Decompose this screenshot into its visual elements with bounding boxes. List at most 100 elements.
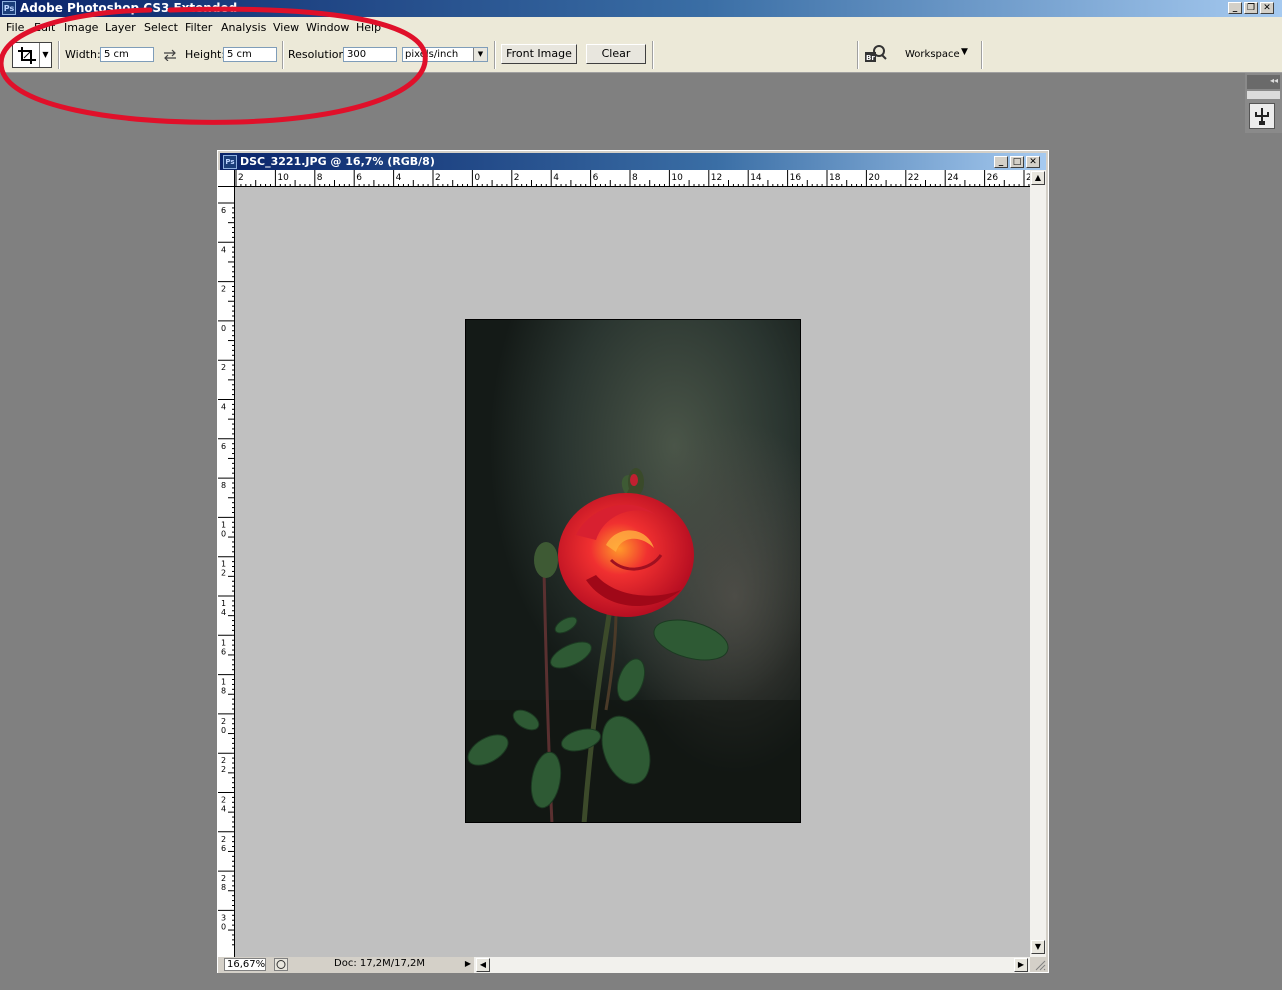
- hruler-label: 2: [435, 173, 441, 183]
- front-image-button[interactable]: Front Image: [501, 44, 577, 64]
- separator: [981, 41, 983, 69]
- tool-presets-panel-button[interactable]: [1249, 103, 1275, 129]
- hruler-label: 4: [396, 173, 402, 183]
- vruler-label: 8: [221, 883, 226, 892]
- photoshop-logo-icon: Ps: [2, 1, 16, 15]
- separator: [58, 41, 60, 69]
- menu-layer[interactable]: Layer: [105, 21, 136, 34]
- height-label: Height:: [185, 48, 226, 61]
- hruler-label: 24: [947, 173, 959, 183]
- document-ps-icon: Ps: [223, 155, 237, 169]
- width-label: Width:: [65, 48, 101, 61]
- vruler-label: 2: [221, 874, 226, 883]
- clear-button[interactable]: Clear: [586, 44, 646, 64]
- close-button[interactable]: ✕: [1260, 2, 1274, 14]
- vruler-label: 1: [221, 520, 226, 529]
- horizontal-ruler[interactable]: 21086420246810121416182022242628: [218, 170, 1038, 187]
- vruler-label: 1: [221, 638, 226, 647]
- menu-select[interactable]: Select: [144, 21, 178, 34]
- panel-divider: [1247, 91, 1280, 99]
- resolution-label: Resolution:: [288, 48, 350, 61]
- hruler-label: 6: [593, 173, 599, 183]
- chevron-down-icon[interactable]: ▼: [39, 43, 51, 67]
- hruler-label: 18: [829, 173, 841, 183]
- menu-window[interactable]: Window: [306, 21, 349, 34]
- vruler-label: 4: [221, 403, 226, 412]
- resolution-input[interactable]: 300: [343, 47, 397, 62]
- crop-icon: [18, 47, 36, 64]
- app-title: Adobe Photoshop CS3 Extended: [20, 1, 238, 15]
- hruler-label: 12: [711, 173, 722, 183]
- scroll-left-button[interactable]: ◀: [476, 958, 490, 972]
- ruler-origin[interactable]: [218, 170, 235, 187]
- document-title-bar[interactable]: Ps DSC_3221.JPG @ 16,7% (RGB/8) _ □ ✕: [220, 153, 1046, 171]
- menu-filter[interactable]: Filter: [185, 21, 212, 34]
- hruler-label: 10: [277, 173, 289, 183]
- hruler-label: 6: [356, 173, 362, 183]
- hruler-label: 0: [474, 173, 480, 183]
- app-title-bar: Ps Adobe Photoshop CS3 Extended _ ❐ ✕: [0, 0, 1282, 17]
- vruler-label: 6: [221, 844, 226, 853]
- rose-photo[interactable]: [465, 319, 801, 823]
- menu-file[interactable]: File: [6, 21, 24, 34]
- hruler-label: 2: [514, 173, 520, 183]
- vruler-label: 0: [221, 922, 226, 931]
- status-info-button[interactable]: [274, 958, 288, 971]
- hruler-label: 4: [553, 173, 559, 183]
- vruler-label: 4: [221, 805, 226, 814]
- collapse-arrows-icon[interactable]: ◂◂: [1270, 76, 1278, 85]
- hruler-label: 2: [238, 173, 244, 183]
- vruler-label: 1: [221, 560, 226, 569]
- rose-image: [466, 320, 800, 822]
- vruler-label: 8: [221, 481, 226, 490]
- resize-grip[interactable]: [1032, 957, 1046, 971]
- resolution-unit-value: pixels/inch: [405, 49, 459, 60]
- hruler-label: 14: [750, 173, 762, 183]
- zoom-field[interactable]: 16,67%: [224, 958, 266, 971]
- horizontal-scrollbar[interactable]: ◀ ▶: [474, 957, 1030, 973]
- scroll-down-button[interactable]: ▼: [1031, 940, 1045, 954]
- scroll-up-button[interactable]: ▲: [1031, 171, 1045, 185]
- vruler-label: 2: [221, 363, 226, 372]
- vruler-label: 0: [221, 726, 226, 735]
- vruler-label: 2: [221, 569, 226, 578]
- menu-image[interactable]: Image: [64, 21, 98, 34]
- tool-preset-picker[interactable]: ▼: [12, 42, 52, 68]
- vertical-ruler[interactable]: 642024681012141618202224262830: [218, 187, 235, 957]
- menu-analysis[interactable]: Analysis: [221, 21, 266, 34]
- hruler-label: 26: [987, 173, 999, 183]
- doc-close-button[interactable]: ✕: [1026, 156, 1040, 168]
- scroll-right-button[interactable]: ▶: [1014, 958, 1028, 972]
- height-input[interactable]: 5 cm: [223, 47, 277, 62]
- width-input[interactable]: 5 cm: [100, 47, 154, 62]
- vruler-label: 6: [221, 206, 226, 215]
- hruler-label: 10: [671, 173, 683, 183]
- vruler-label: 4: [221, 608, 226, 617]
- swap-arrows-icon[interactable]: [163, 49, 177, 61]
- resolution-unit-select[interactable]: pixels/inch ▼: [402, 47, 488, 62]
- options-bar: ▼ Width: 5 cm Height: 5 cm Resolution: 3…: [0, 38, 1282, 73]
- doc-minimize-button[interactable]: _: [994, 156, 1008, 168]
- status-menu-arrow[interactable]: ▶: [461, 958, 475, 972]
- vruler-label: 2: [221, 835, 226, 844]
- workspace-menu[interactable]: Workspace ▼: [905, 47, 975, 61]
- workspace-label: Workspace: [905, 49, 960, 60]
- vruler-label: 1: [221, 599, 226, 608]
- menu-view[interactable]: View: [273, 21, 299, 34]
- document-title: DSC_3221.JPG @ 16,7% (RGB/8): [240, 155, 435, 168]
- separator: [282, 41, 284, 69]
- bridge-button[interactable]: Br: [864, 45, 888, 63]
- info-icon: [276, 960, 286, 969]
- resize-grip-icon: [1035, 960, 1046, 971]
- vruler-label: 6: [221, 442, 226, 451]
- vruler-label: 0: [221, 324, 226, 333]
- doc-maximize-button[interactable]: □: [1010, 156, 1024, 168]
- separator: [652, 41, 654, 69]
- minimize-button[interactable]: _: [1228, 2, 1242, 14]
- chevron-down-icon: ▼: [473, 48, 487, 61]
- menu-edit[interactable]: Edit: [34, 21, 55, 34]
- restore-button[interactable]: ❐: [1244, 2, 1258, 14]
- panel-grip[interactable]: ◂◂: [1247, 75, 1280, 89]
- vertical-scrollbar[interactable]: ▲ ▼: [1030, 170, 1046, 957]
- menu-help[interactable]: Help: [356, 21, 381, 34]
